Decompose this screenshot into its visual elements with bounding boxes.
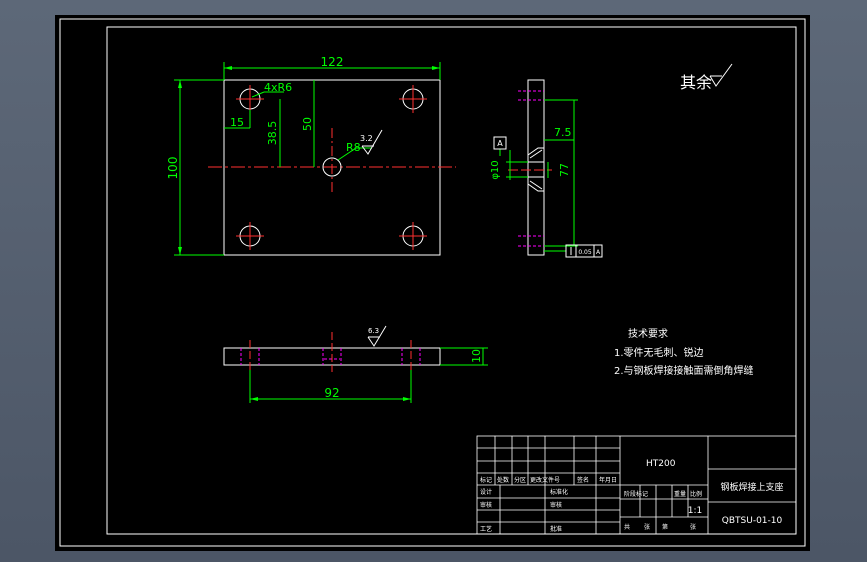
header-cell: 年月日 (599, 476, 617, 484)
dim-hole-x: 15 (230, 116, 244, 129)
material: HT200 (646, 459, 676, 469)
row-label: 审核 (480, 501, 492, 509)
center-hole-radius: R8 (346, 141, 361, 154)
dim-thickness: 10 (470, 349, 483, 363)
dim-diameter: φ10 (490, 160, 501, 179)
cad-drawing-sheet: 122 100 4xR6 15 38.5 50 R8 3.2 7.5 77 φ1… (55, 15, 810, 551)
front-roughness-value: 6.3 (368, 327, 379, 335)
mid-label: 标准化 (550, 488, 568, 496)
dim-center-y: 50 (301, 117, 314, 131)
sheet-info: 第 (662, 523, 668, 531)
dim-offset: 7.5 (554, 126, 572, 139)
tech-item: 1.零件无毛刺、锐边 (614, 346, 704, 359)
stage-header: 比例 (690, 490, 702, 498)
header-cell: 分区 (514, 476, 526, 484)
row-label: 设计 (480, 488, 492, 496)
sheet-info: 共 (624, 523, 630, 531)
header-cell: 更改文件号 (530, 476, 560, 484)
stage-header: 阶段标记 (624, 490, 648, 498)
tech-item: 2.与钢板焊接接触面需倒角焊缝 (614, 364, 754, 377)
dim-width: 122 (321, 55, 344, 69)
tolerance-value: 0.05 (578, 249, 592, 256)
dim-hole-spacing: 92 (324, 386, 339, 400)
roughness-value: 3.2 (360, 134, 373, 143)
dim-spacing: 77 (558, 163, 571, 177)
dim-hole-y: 38.5 (266, 121, 279, 146)
sheet-info: 张 (690, 523, 696, 531)
datum-label: A (497, 139, 503, 148)
row-label: 工艺 (480, 525, 492, 533)
scale: 1:1 (688, 506, 702, 516)
header-cell: 签名 (577, 476, 589, 484)
header-cell: 处数 (497, 476, 509, 484)
part-name: 钢板焊接上支座 (720, 481, 783, 493)
stage-header: 重量 (674, 490, 686, 498)
mid-label: 批准 (550, 525, 562, 533)
dim-height: 100 (166, 157, 180, 180)
tech-title: 技术要求 (628, 327, 668, 340)
other-roughness-label: 其余 (680, 73, 712, 92)
drawing-number: QBTSU-01-10 (722, 516, 783, 526)
sheet-info: 张 (644, 523, 650, 531)
mid-label: 审核 (550, 501, 562, 509)
header-cell: 标记 (480, 476, 492, 484)
drawing-canvas (55, 15, 810, 551)
hole-callout: 4xR6 (264, 81, 292, 94)
